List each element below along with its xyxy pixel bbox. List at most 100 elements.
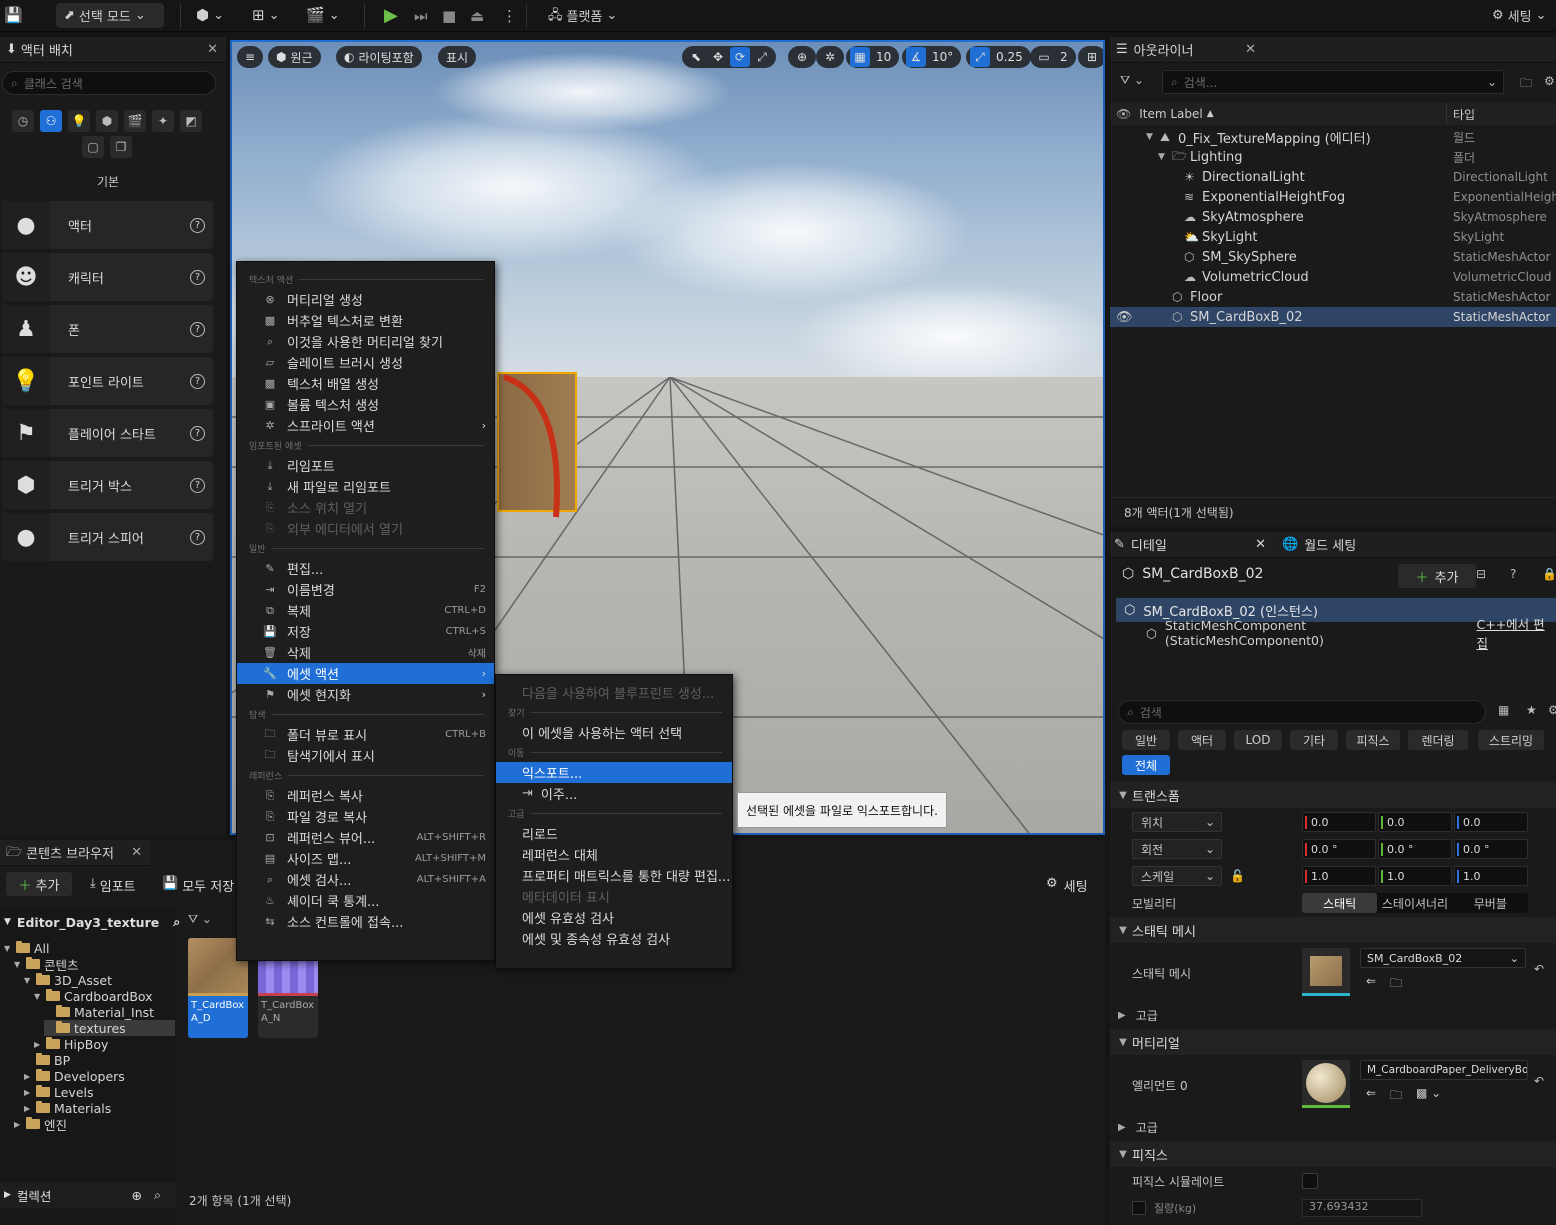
filter-button[interactable]: LOD bbox=[1234, 730, 1282, 750]
folder-tree-item[interactable]: ▼ 3D_Asset bbox=[24, 972, 112, 988]
folder-tree-item[interactable]: ▶ Materials bbox=[24, 1100, 111, 1116]
context-menu-item[interactable]: ⌕ 에셋 검사... ALT+SHIFT+A bbox=[237, 869, 494, 890]
context-menu-item[interactable]: ⤓ 리임포트 bbox=[237, 455, 494, 476]
add-folder-icon[interactable]: 🗀 bbox=[1520, 74, 1532, 95]
move-icon[interactable]: ✥ bbox=[708, 47, 728, 67]
rotation-snap[interactable]: ∡ 10° bbox=[902, 46, 962, 68]
context-menu-item[interactable]: ▣ 볼륨 텍스처 생성 bbox=[237, 394, 494, 415]
actor-item[interactable]: 💡 포인트 라이트? bbox=[2, 357, 213, 405]
save-icon[interactable]: 💾 bbox=[4, 3, 23, 28]
close-icon[interactable]: ✕ bbox=[1245, 42, 1256, 57]
help-icon[interactable]: ? bbox=[190, 217, 205, 233]
surface-snap-toggle[interactable]: ✲ bbox=[816, 46, 844, 68]
filter-button[interactable]: 렌더링 bbox=[1408, 730, 1468, 750]
blueprint-icon[interactable]: ⊟ bbox=[1476, 567, 1486, 581]
rotation-dropdown[interactable]: 회전 ⌄ bbox=[1132, 839, 1222, 859]
layout-button[interactable]: ⊞ bbox=[1078, 46, 1103, 68]
grid-snap[interactable]: ▦ 10 bbox=[846, 46, 900, 68]
search-icon[interactable]: ⌕ bbox=[173, 914, 180, 930]
sources-header[interactable]: ▼ Editor_Day3_texture ⌕ bbox=[4, 914, 180, 930]
advanced-row-2[interactable]: ▶ 고급 bbox=[1110, 1116, 1556, 1138]
transform-category[interactable]: ▼ 트랜스폼 bbox=[1110, 782, 1556, 808]
search-icon[interactable]: ⌕ bbox=[154, 1187, 161, 1203]
filter-all-button[interactable]: 전체 bbox=[1122, 755, 1170, 775]
gear-icon[interactable]: ⚙ bbox=[1548, 703, 1556, 717]
submenu-item[interactable]: 익스포트... bbox=[496, 762, 732, 783]
submenu-item[interactable]: ⇥ 이주... bbox=[496, 783, 732, 804]
blueprint-button[interactable]: ⊞ ⌄ bbox=[252, 3, 279, 28]
world-settings-tab[interactable]: 🌐 월드 세팅 bbox=[1282, 535, 1356, 554]
use-selected-icon[interactable]: ⇐ bbox=[1366, 974, 1376, 988]
scale-y[interactable]: 1.0 bbox=[1378, 866, 1452, 886]
mode-select[interactable]: ⬈ 선택 모드 ⌄ bbox=[56, 3, 164, 28]
submenu-item[interactable]: 다음을 사용하여 블루프린트 생성... bbox=[496, 682, 732, 703]
context-menu-item[interactable]: ✎ 편집... bbox=[237, 558, 494, 579]
add-component-button[interactable]: ＋ 추가 bbox=[1398, 564, 1476, 588]
context-menu-item[interactable]: ⊗ 머티리얼 생성 bbox=[237, 289, 494, 310]
context-menu-item[interactable]: ♨ 셰이더 쿡 통계... bbox=[237, 890, 494, 911]
actor-item[interactable]: ☻ 캐릭터? bbox=[2, 253, 213, 301]
context-menu-item[interactable]: ⊡ 레퍼런스 뷰어... ALT+SHIFT+R bbox=[237, 827, 494, 848]
eject-icon[interactable]: ⏏ bbox=[470, 3, 484, 28]
folder-tree-item[interactable]: ▶ Levels bbox=[24, 1084, 94, 1100]
actor-item[interactable]: ⬢ 트리거 박스? bbox=[2, 461, 213, 509]
class-search-input[interactable]: ⌕ 클래스 검색 bbox=[2, 71, 216, 95]
lock-icon[interactable]: 🔒 bbox=[1542, 567, 1556, 581]
context-menu-item[interactable]: 🗀 탐색기에서 표시 bbox=[237, 745, 494, 766]
volumes-icon[interactable]: ▢ bbox=[82, 136, 104, 158]
scale-x[interactable]: 1.0 bbox=[1302, 866, 1376, 886]
folder-tree-item[interactable]: ▼ All bbox=[4, 940, 50, 956]
visibility-icon[interactable]: 👁 bbox=[1116, 107, 1131, 121]
scale-z[interactable]: 1.0 bbox=[1454, 866, 1528, 886]
help-icon[interactable]: ? bbox=[1510, 567, 1516, 581]
gear-icon[interactable]: ⚙ bbox=[1544, 74, 1555, 88]
material-picker[interactable]: M_CardboardPaper_DeliveryBox bbox=[1360, 1060, 1528, 1080]
filter-icon[interactable]: ⛛ ⌄ bbox=[188, 912, 212, 927]
geometry-icon[interactable]: ◩ bbox=[180, 110, 202, 132]
filter-icon[interactable]: ⛛ ⌄ bbox=[1120, 73, 1144, 88]
outliner-row[interactable]: ⛅ SkyLight SkyLight bbox=[1110, 227, 1556, 247]
filter-button[interactable]: 스트리밍 bbox=[1478, 730, 1544, 750]
folder-tree-item[interactable]: BP bbox=[24, 1052, 70, 1068]
content-browser-tab[interactable]: 🗁 콘텐츠 브라우저 ✕ bbox=[0, 840, 150, 866]
filter-button[interactable]: 일반 bbox=[1122, 730, 1170, 750]
context-menu-item[interactable]: ⇥ 이름변경 F2 bbox=[237, 579, 494, 600]
context-menu-item[interactable]: ⧉ 복제 CTRL+D bbox=[237, 600, 494, 621]
context-menu-item[interactable]: ▩ 버추얼 텍스처로 변환 bbox=[237, 310, 494, 331]
folder-tree-item[interactable]: textures bbox=[44, 1020, 175, 1036]
mobility-static[interactable]: 스태틱 bbox=[1302, 893, 1378, 913]
shapes-icon[interactable]: ⬢ bbox=[96, 110, 118, 132]
use-selected-icon[interactable]: ⇐ bbox=[1366, 1086, 1376, 1100]
submenu-item[interactable]: 에셋 유효성 검사 bbox=[496, 907, 732, 928]
lights-icon[interactable]: 💡 bbox=[68, 110, 90, 132]
actor-item[interactable]: ● 트리거 스피어? bbox=[2, 513, 213, 561]
close-icon[interactable]: ✕ bbox=[131, 845, 142, 860]
material-thumbnail[interactable] bbox=[1302, 1060, 1350, 1108]
help-icon[interactable]: ? bbox=[190, 477, 205, 493]
details-tab[interactable]: ✎ 디테일 ✕ bbox=[1114, 535, 1274, 554]
expand-icon[interactable]: ▼ bbox=[1146, 132, 1153, 142]
scale-icon[interactable]: ⤢ bbox=[752, 47, 772, 67]
outliner-row[interactable]: ☁ VolumetricCloud VolumetricCloud bbox=[1110, 267, 1556, 287]
add-button[interactable]: ＋ 추가 bbox=[6, 872, 72, 896]
submenu-item[interactable]: 프로퍼티 매트릭스를 통한 대량 편집... bbox=[496, 865, 732, 886]
material-options-icon[interactable]: ▩ ⌄ bbox=[1416, 1086, 1441, 1100]
location-z[interactable]: 0.0 bbox=[1454, 812, 1528, 832]
mass-field[interactable]: 37.693432 bbox=[1302, 1199, 1422, 1217]
help-icon[interactable]: ? bbox=[190, 425, 205, 441]
help-icon[interactable]: ? bbox=[190, 269, 205, 285]
details-search-input[interactable]: ⌕ 검색 bbox=[1118, 700, 1486, 724]
import-button[interactable]: ⤓ 임포트 bbox=[90, 876, 136, 895]
more-icon[interactable]: ⋮ bbox=[502, 3, 517, 28]
settings-menu[interactable]: ⚙ 세팅 ⌄ bbox=[1492, 3, 1546, 28]
lit-button[interactable]: ◐ 라이팅포함 bbox=[336, 46, 422, 68]
context-menu-item[interactable]: ⚑ 에셋 현지화 › bbox=[237, 684, 494, 705]
all-classes-icon[interactable]: ❐ bbox=[110, 136, 132, 158]
mobility-toggle[interactable]: 스태틱 스테이셔너리 무버블 bbox=[1302, 893, 1528, 913]
visual-effects-icon[interactable]: ✦ bbox=[152, 110, 174, 132]
context-menu-item[interactable]: ✲ 스프라이트 액션 › bbox=[237, 415, 494, 436]
mesh-thumbnail[interactable] bbox=[1302, 948, 1350, 996]
recent-icon[interactable]: ◷ bbox=[12, 110, 34, 132]
simulate-physics-checkbox[interactable] bbox=[1302, 1173, 1318, 1189]
camera-speed[interactable]: ▭ 2 bbox=[1030, 46, 1076, 68]
